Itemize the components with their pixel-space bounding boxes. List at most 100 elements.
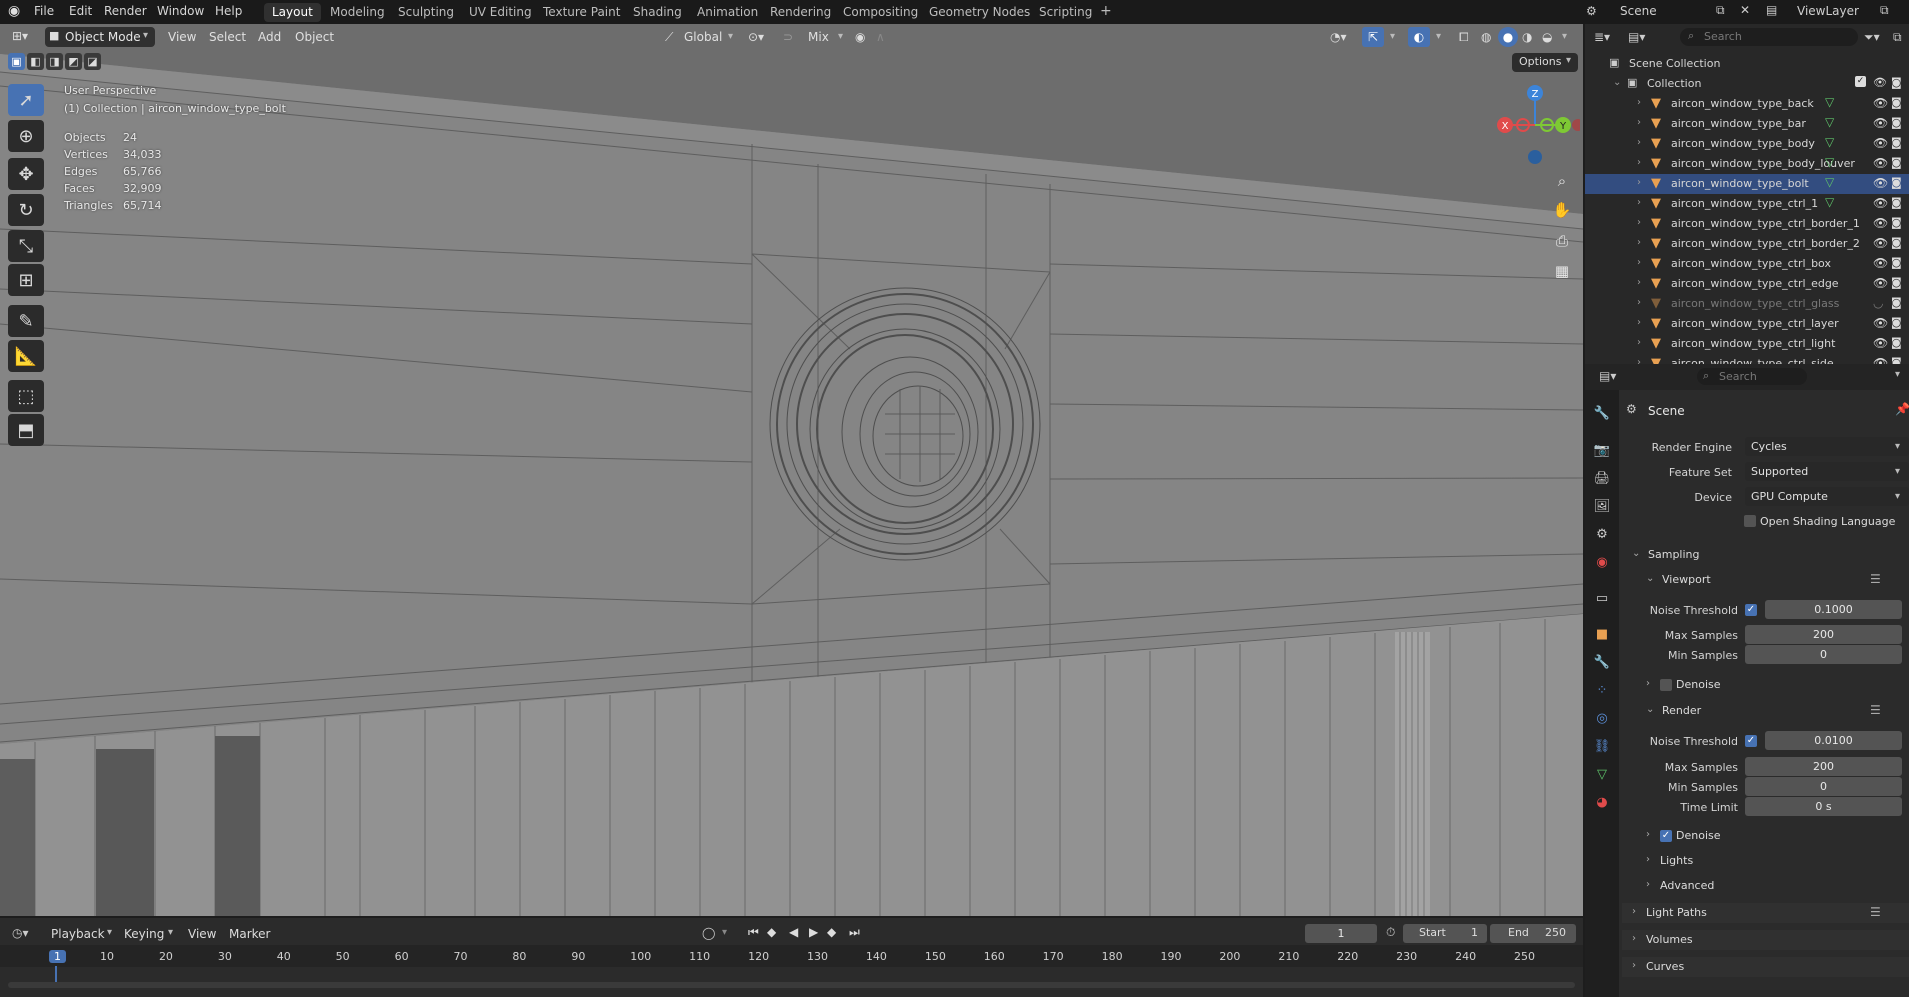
tab-uv-editing[interactable]: UV Editing	[461, 3, 540, 22]
osl-checkbox[interactable]	[1744, 515, 1756, 527]
overlay-toggle-icon[interactable]: ◐	[1408, 27, 1430, 47]
mesh-data-icon[interactable]: ▽	[1825, 115, 1834, 129]
viewport-denoise-checkbox[interactable]	[1660, 679, 1672, 691]
tab-texture-paint[interactable]: Texture Paint	[535, 3, 628, 22]
chevron-right-icon[interactable]: ›	[1637, 277, 1641, 288]
stopwatch-icon[interactable]: ⏱	[1386, 925, 1395, 940]
world-tab-icon[interactable]: ◉	[1592, 552, 1612, 572]
outliner-search-input[interactable]: ⌕ Search	[1680, 28, 1858, 46]
chevron-right-icon[interactable]: ›	[1637, 237, 1641, 248]
sampling-panel-header[interactable]: ⌄ Sampling	[1620, 545, 1909, 565]
select-extend-icon[interactable]: ◧	[27, 53, 44, 70]
viewport-min-samples-field[interactable]: 0	[1745, 645, 1902, 664]
outliner-item[interactable]: › ▼ aircon_window_type_ctrl_box 👁 ◙	[1585, 254, 1909, 274]
render-max-samples-field[interactable]: 200	[1745, 757, 1902, 776]
camera-icon[interactable]: ◙	[1891, 176, 1902, 189]
render-subpanel-header[interactable]: ⌄ Render ☰	[1630, 701, 1909, 721]
menu-view[interactable]: View	[168, 28, 196, 46]
falloff-icon[interactable]: ∧	[876, 28, 885, 46]
snap-mode-select[interactable]: Mix	[808, 28, 829, 46]
camera-icon[interactable]: ◙	[1891, 236, 1902, 249]
mode-select[interactable]: ■ Object Mode ▾	[45, 27, 155, 47]
eye-icon[interactable]: 👁	[1873, 216, 1888, 230]
camera-icon[interactable]: ◙	[1891, 196, 1902, 209]
delete-scene-icon[interactable]: ✕	[1740, 3, 1750, 17]
chevron-down-icon[interactable]: ⌄	[1613, 77, 1621, 88]
new-scene-icon[interactable]: ⧉	[1716, 3, 1725, 18]
camera-icon[interactable]: ◙	[1891, 316, 1902, 329]
outliner-item[interactable]: › ▼ aircon_window_type_ctrl_border_1 👁 ◙	[1585, 214, 1909, 234]
tab-compositing[interactable]: Compositing	[835, 3, 926, 22]
collection-tab-icon[interactable]: ▭	[1592, 588, 1612, 608]
chevron-right-icon[interactable]: ›	[1637, 137, 1641, 148]
tab-geometry-nodes[interactable]: Geometry Nodes	[921, 3, 1038, 22]
tab-rendering[interactable]: Rendering	[762, 3, 839, 22]
end-frame-field[interactable]: End 250	[1490, 924, 1576, 943]
constraints-tab-icon[interactable]: ⛓	[1592, 736, 1612, 756]
outliner-scene-collection[interactable]: ▣ Scene Collection	[1585, 54, 1909, 74]
chevron-right-icon[interactable]: ›	[1637, 117, 1641, 128]
display-mode-icon[interactable]: ▤▾	[1628, 30, 1645, 44]
render-denoise-subpanel[interactable]: › ✓ Denoise	[1640, 827, 1840, 845]
outliner-item[interactable]: › ▼ aircon_window_type_body_louver ▽ 👁 ◙	[1585, 154, 1909, 174]
eye-icon[interactable]: 👁	[1873, 256, 1888, 270]
viewport-denoise-subpanel[interactable]: › Denoise	[1640, 676, 1840, 694]
output-tab-icon[interactable]: 🖨	[1592, 468, 1612, 488]
physics-tab-icon[interactable]: ◎	[1592, 708, 1612, 728]
chevron-right-icon[interactable]: ›	[1637, 177, 1641, 188]
timeline-editor-icon[interactable]: ◷▾	[12, 926, 29, 940]
3d-viewport[interactable]	[0, 24, 1583, 916]
scene-name[interactable]: Scene	[1620, 4, 1657, 18]
snap-icon[interactable]: ⊃	[783, 28, 793, 46]
menu-playback[interactable]: Playback	[51, 927, 105, 941]
camera-icon[interactable]: ◙	[1891, 256, 1902, 269]
menu-add[interactable]: Add	[258, 28, 281, 46]
exclude-checkbox[interactable]: ✓	[1855, 76, 1866, 87]
viewport-max-samples-field[interactable]: 200	[1745, 625, 1902, 644]
new-collection-icon[interactable]: ⧉	[1893, 30, 1902, 45]
select-intersect-icon[interactable]: ◪	[84, 53, 101, 70]
camera-icon[interactable]: ◙	[1891, 136, 1902, 149]
tab-animation[interactable]: Animation	[689, 3, 766, 22]
menu-edit[interactable]: Edit	[69, 4, 92, 18]
tool-tab-icon[interactable]: 🔧	[1592, 403, 1612, 423]
gizmo-toggle-icon[interactable]: ⇱	[1362, 27, 1384, 47]
menu-view[interactable]: View	[188, 927, 216, 941]
wireframe-shading-icon[interactable]: ◍	[1481, 28, 1491, 46]
select-subtract-icon[interactable]: ◨	[46, 53, 63, 70]
mesh-data-icon[interactable]: ▽	[1825, 175, 1834, 189]
render-noise-threshold-field[interactable]: 0.0100	[1765, 731, 1902, 750]
chevron-right-icon[interactable]: ›	[1637, 317, 1641, 328]
presets-list-icon[interactable]: ☰	[1870, 905, 1881, 919]
add-workspace-icon[interactable]: +	[1100, 3, 1112, 19]
eye-icon[interactable]: 👁	[1873, 276, 1888, 290]
next-keyframe-icon[interactable]: ◆	[827, 925, 836, 939]
outliner-collection[interactable]: ⌄ ▣ Collection ✓ 👁 ◙	[1585, 74, 1909, 94]
camera-view-icon[interactable]: ⎙	[1549, 228, 1575, 254]
scene-icon[interactable]: ⚙	[1586, 4, 1597, 18]
viewport-subpanel-header[interactable]: ⌄ Viewport ☰	[1630, 570, 1909, 590]
axis-gizmo[interactable]: Z X Y	[1490, 80, 1580, 170]
object-tab-icon[interactable]: ■	[1592, 624, 1612, 644]
chevron-right-icon[interactable]: ›	[1637, 297, 1641, 308]
chevron-right-icon[interactable]: ›	[1637, 157, 1641, 168]
pivot-point-icon[interactable]: ⊙▾	[748, 28, 764, 46]
camera-icon[interactable]: ◙	[1891, 96, 1902, 109]
record-icon[interactable]: ◯	[702, 926, 715, 940]
rotate-tool-icon[interactable]: ↻	[8, 194, 44, 226]
outliner-item[interactable]: › ▼ aircon_window_type_back ▽ 👁 ◙	[1585, 94, 1909, 114]
outliner-item[interactable]: › ▼ aircon_window_type_ctrl_light 👁 ◙	[1585, 334, 1909, 354]
render-denoise-checkbox[interactable]: ✓	[1660, 830, 1672, 842]
tab-scripting[interactable]: Scripting	[1031, 3, 1100, 22]
presets-list-icon[interactable]: ☰	[1870, 572, 1881, 586]
data-tab-icon[interactable]: ▽	[1592, 764, 1612, 784]
material-shading-icon[interactable]: ◑	[1522, 28, 1532, 46]
mesh-data-icon[interactable]: ▽	[1825, 95, 1834, 109]
curves-panel-header[interactable]: › Curves	[1622, 957, 1909, 977]
eye-icon[interactable]: 👁	[1873, 316, 1888, 330]
chevron-right-icon[interactable]: ›	[1637, 257, 1641, 268]
tab-shading[interactable]: Shading	[625, 3, 690, 22]
scene-tab-icon[interactable]: ⚙	[1592, 524, 1612, 544]
zoom-icon[interactable]: ⌕	[1549, 168, 1575, 194]
advanced-subpanel[interactable]: › Advanced	[1640, 877, 1840, 895]
